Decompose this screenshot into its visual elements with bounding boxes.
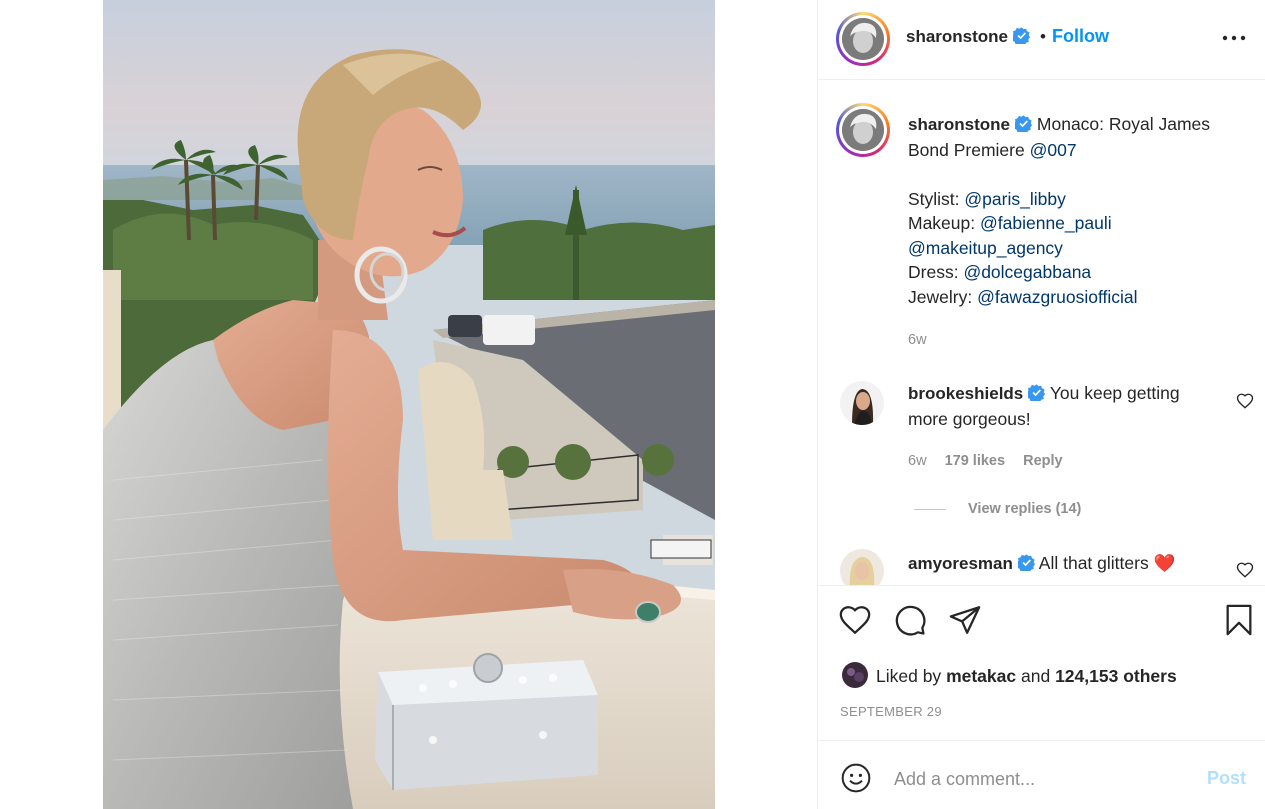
red-heart-emoji: ❤️ bbox=[1153, 553, 1176, 573]
caption-age[interactable]: 6w bbox=[908, 328, 1248, 353]
reply-button[interactable]: Reply bbox=[1023, 453, 1063, 469]
comment-bubble-icon[interactable] bbox=[893, 603, 927, 637]
mention-link[interactable]: @dolcegabbana bbox=[963, 262, 1091, 282]
commenter-avatar[interactable] bbox=[840, 549, 884, 585]
view-replies-button[interactable]: View replies (14) bbox=[968, 501, 1081, 517]
likes-summary: Liked by metakac and 124,153 others bbox=[876, 664, 1177, 689]
verified-badge-icon bbox=[1017, 554, 1035, 571]
caption-username[interactable]: sharonstone bbox=[908, 115, 1010, 134]
post-date[interactable]: SEPTEMBER 29 bbox=[840, 704, 942, 719]
commenter-username[interactable]: brookeshields bbox=[908, 384, 1023, 403]
more-horizontal-icon[interactable] bbox=[1222, 28, 1246, 48]
mention-link[interactable]: @makeitup_agency bbox=[908, 238, 1063, 258]
avatar-photo-icon bbox=[842, 18, 884, 60]
author-avatar[interactable] bbox=[836, 12, 890, 66]
liker-username[interactable]: metakac bbox=[946, 666, 1016, 686]
share-paper-plane-icon[interactable] bbox=[948, 603, 982, 637]
caption-text-2: Bond Premiere bbox=[908, 139, 1025, 160]
mention-link[interactable]: @007 bbox=[1030, 140, 1077, 160]
likes-prefix: Liked by bbox=[876, 666, 942, 686]
liker-avatar[interactable] bbox=[842, 662, 868, 688]
comment-text: All that glitters bbox=[1038, 553, 1149, 573]
avatar-photo-icon bbox=[842, 662, 868, 688]
comment-text-2: more gorgeous! bbox=[908, 408, 1031, 429]
post-actions: Liked by metakac and 124,153 others SEPT… bbox=[818, 585, 1265, 741]
commenter-username[interactable]: amyoresman bbox=[908, 554, 1013, 573]
verified-badge-icon bbox=[1028, 384, 1046, 401]
credit-line: Makeup: @fabienne_pauli bbox=[908, 211, 1248, 236]
photo-illustration bbox=[103, 0, 715, 809]
comment-likes[interactable]: 179 likes bbox=[945, 453, 1005, 469]
post-header: sharonstone • Follow bbox=[818, 0, 1265, 80]
comment-composer: Post bbox=[818, 742, 1265, 809]
comment-like-heart-icon[interactable] bbox=[1236, 392, 1254, 410]
comment-like-heart-icon[interactable] bbox=[1236, 561, 1254, 579]
emoji-smiley-icon[interactable] bbox=[840, 762, 872, 794]
credit-line: Dress: @dolcegabbana bbox=[908, 260, 1248, 285]
commenter-avatar[interactable] bbox=[840, 381, 884, 425]
replies-divider bbox=[914, 509, 946, 510]
credit-label: Jewelry: bbox=[908, 286, 973, 307]
credit-line: @makeitup_agency bbox=[908, 236, 1248, 261]
save-bookmark-icon[interactable] bbox=[1222, 603, 1256, 637]
comments-list[interactable]: sharonstone Monaco: Royal James Bond Pre… bbox=[818, 81, 1265, 585]
verified-badge-icon bbox=[1015, 115, 1033, 132]
crystal-clutch bbox=[375, 653, 598, 790]
avatar-photo-icon bbox=[840, 549, 884, 585]
post-photo[interactable] bbox=[103, 0, 715, 809]
post-sidebar: sharonstone • Follow sharonstone Monaco: R… bbox=[817, 0, 1265, 809]
mention-link[interactable]: @fawazgruosiofficial bbox=[977, 287, 1137, 307]
credit-label: Dress: bbox=[908, 262, 959, 282]
mention-link[interactable]: @fabienne_pauli bbox=[980, 213, 1112, 233]
separator-dot: • bbox=[1040, 27, 1046, 46]
caption-text: Monaco: Royal James bbox=[1036, 114, 1211, 134]
credit-label: Stylist: bbox=[908, 188, 960, 209]
mention-link[interactable]: @paris_libby bbox=[964, 189, 1065, 209]
likes-others-link[interactable]: 124,153 others bbox=[1055, 666, 1177, 686]
verified-badge-icon bbox=[1013, 27, 1031, 44]
caption-avatar[interactable] bbox=[836, 103, 890, 157]
author-username[interactable]: sharonstone bbox=[906, 27, 1008, 46]
credit-line: Stylist: @paris_libby bbox=[908, 187, 1248, 212]
post-comment-button[interactable]: Post bbox=[1207, 768, 1246, 789]
follow-button[interactable]: Follow bbox=[1052, 26, 1109, 46]
likes-connector: and bbox=[1021, 666, 1051, 686]
avatar-photo-icon bbox=[842, 109, 884, 151]
like-heart-icon[interactable] bbox=[838, 603, 872, 637]
comment-age[interactable]: 6w bbox=[908, 453, 927, 469]
credit-line: Jewelry: @fawazgruosiofficial bbox=[908, 285, 1248, 310]
comment-text: You keep getting bbox=[1049, 383, 1180, 403]
credit-label: Makeup: bbox=[908, 213, 976, 233]
avatar-photo-icon bbox=[840, 381, 884, 425]
comment-input[interactable] bbox=[894, 766, 1194, 792]
